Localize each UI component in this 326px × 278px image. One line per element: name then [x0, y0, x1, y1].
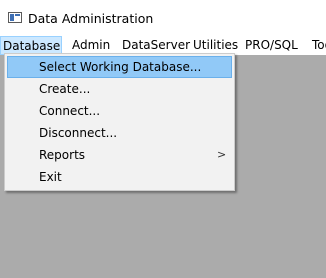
title-bar: Data Administration	[0, 0, 326, 36]
menu-item-disconnect[interactable]: Disconnect...	[7, 122, 232, 144]
menu-item-exit[interactable]: Exit	[7, 166, 232, 188]
application-window-icon	[8, 12, 22, 23]
menu-item-label: Connect...	[39, 104, 101, 118]
menu-item-label: Reports	[39, 148, 86, 162]
window-title: Data Administration	[28, 11, 154, 26]
menu-tools[interactable]: Too	[312, 36, 326, 55]
menu-item-connect[interactable]: Connect...	[7, 100, 232, 122]
menu-item-label: Select Working Database...	[39, 60, 202, 74]
database-dropdown-menu: Select Working Database... Create... Con…	[4, 53, 235, 191]
menu-item-label: Exit	[39, 170, 62, 184]
menu-item-reports[interactable]: Reports >	[7, 144, 232, 166]
menu-item-create[interactable]: Create...	[7, 78, 232, 100]
menu-item-select-working-database[interactable]: Select Working Database...	[7, 56, 232, 78]
menu-pro-sql[interactable]: PRO/SQL	[245, 36, 298, 55]
menu-item-label: Create...	[39, 82, 91, 96]
menu-item-label: Disconnect...	[39, 126, 118, 140]
submenu-arrow-icon: >	[217, 148, 227, 161]
